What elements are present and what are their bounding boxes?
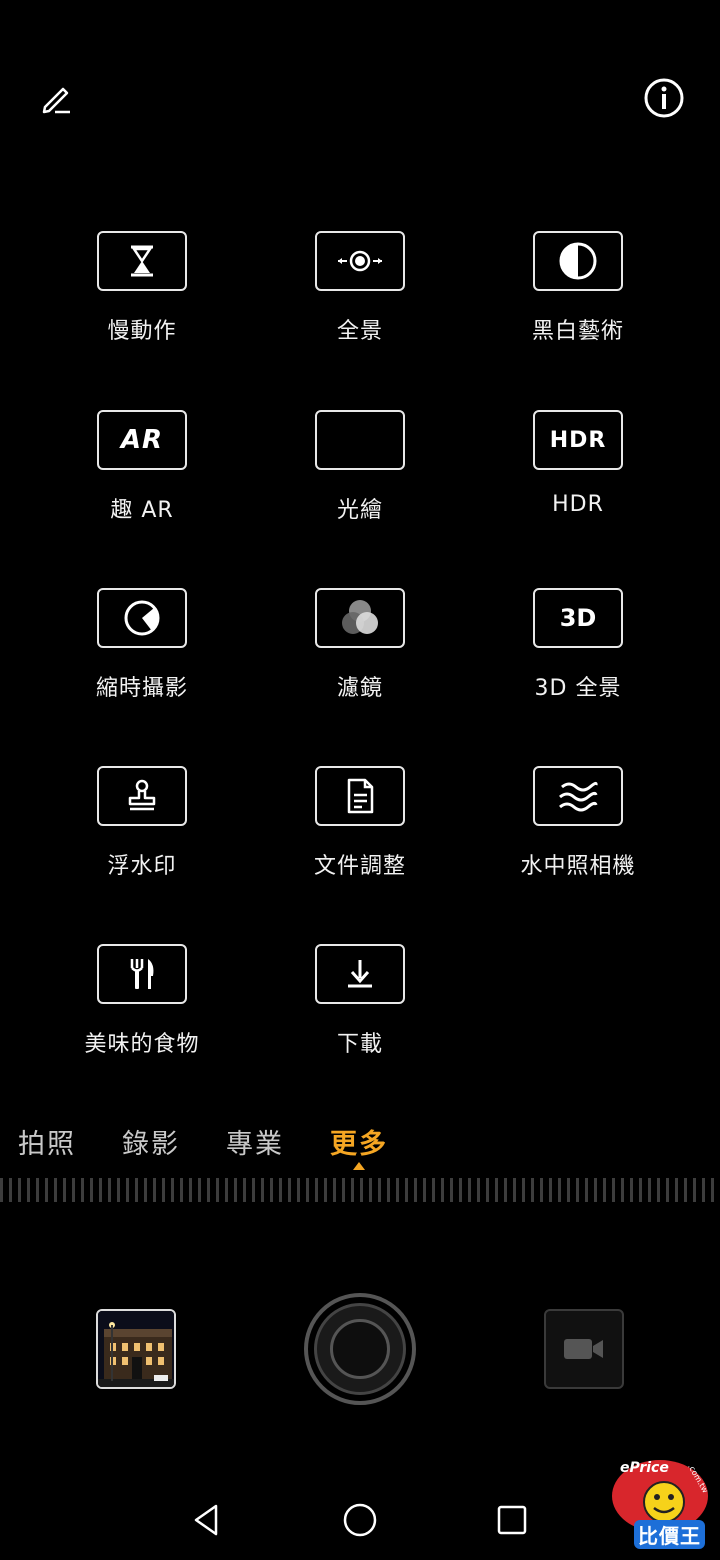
shutter-core xyxy=(330,1319,390,1379)
mode-label: 慢動作 xyxy=(107,319,177,344)
mode-food[interactable]: 美味的食物 xyxy=(42,942,242,1082)
active-tab-indicator xyxy=(353,1162,365,1170)
mode-label: 濾鏡 xyxy=(336,676,383,701)
back-triangle-icon[interactable] xyxy=(184,1498,228,1542)
mode-label: 縮時攝影 xyxy=(95,676,188,701)
home-circle-icon[interactable] xyxy=(338,1498,382,1542)
mode-scroll-ruler[interactable] xyxy=(0,1178,720,1202)
timelapse-icon xyxy=(97,588,187,648)
mode-document[interactable]: 文件調整 xyxy=(260,764,460,904)
tab-video[interactable]: 錄影 xyxy=(122,1122,180,1161)
mode-label: 全景 xyxy=(336,319,383,344)
mode-label: 3D 全景 xyxy=(534,676,622,701)
light-painting-icon xyxy=(315,410,405,470)
mode-label: 水中照相機 xyxy=(520,854,636,879)
mode-underwater[interactable]: 水中照相機 xyxy=(478,764,678,904)
recents-square-icon[interactable] xyxy=(490,1498,534,1542)
mode-slow-motion[interactable]: 慢動作 xyxy=(42,229,242,369)
mode-label: 黑白藝術 xyxy=(531,319,624,344)
video-camera-icon[interactable] xyxy=(544,1309,624,1389)
tab-more[interactable]: 更多 xyxy=(330,1122,388,1161)
watermark-text: 比價王 xyxy=(634,1520,705,1549)
mode-monochrome[interactable]: 黑白藝術 xyxy=(478,229,678,369)
document-icon xyxy=(315,766,405,826)
mode-3d-panorama[interactable]: 3D 3D 全景 xyxy=(478,586,678,726)
food-icon xyxy=(97,944,187,1004)
mode-light-painting[interactable]: 光繪 xyxy=(260,408,460,548)
mode-watermark[interactable]: 浮水印 xyxy=(42,764,242,904)
tab-photo[interactable]: 拍照 xyxy=(18,1122,76,1161)
mode-ar[interactable]: AR 趣 AR xyxy=(42,408,242,548)
panorama-icon xyxy=(315,231,405,291)
mode-label: 光繪 xyxy=(336,498,383,523)
ar-icon: AR xyxy=(97,410,187,470)
mode-label: HDR xyxy=(552,492,604,517)
mode-download[interactable]: 下載 xyxy=(260,942,460,1082)
watermark-stamp-icon xyxy=(97,766,187,826)
mode-timelapse[interactable]: 縮時攝影 xyxy=(42,586,242,726)
eprice-watermark-logo: ePrice .com.tw 比價王 xyxy=(608,1456,712,1552)
hourglass-icon xyxy=(97,231,187,291)
mode-hdr[interactable]: HDR HDR xyxy=(478,408,678,548)
mode-filter[interactable]: 濾鏡 xyxy=(260,586,460,726)
mode-label: 文件調整 xyxy=(313,854,406,879)
gallery-thumbnail[interactable] xyxy=(96,1309,176,1389)
mode-label: 浮水印 xyxy=(107,854,177,879)
monochrome-icon xyxy=(533,231,623,291)
filter-icon xyxy=(315,588,405,648)
mode-panorama[interactable]: 全景 xyxy=(260,229,460,369)
shutter-button[interactable] xyxy=(304,1293,416,1405)
hdr-icon: HDR xyxy=(533,410,623,470)
underwater-icon xyxy=(533,766,623,826)
shutter-ring xyxy=(314,1303,406,1395)
3d-panorama-icon: 3D xyxy=(533,588,623,648)
tab-pro[interactable]: 專業 xyxy=(226,1122,284,1161)
modes-grid: 慢動作 全景 黑白藝術 AR 趣 AR 光繪 HDR HDR 縮時攝影 濾鏡 3… xyxy=(0,0,720,1090)
mode-label: 趣 AR xyxy=(110,498,174,523)
download-icon xyxy=(315,944,405,1004)
mode-label: 下載 xyxy=(336,1032,383,1057)
watermark-brand: ePrice xyxy=(620,1460,669,1476)
mode-label: 美味的食物 xyxy=(84,1032,200,1057)
